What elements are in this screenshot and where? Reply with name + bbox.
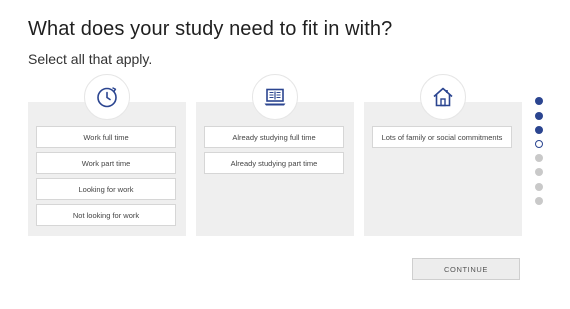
option-card-study: Already studying full time Already study… xyxy=(196,74,354,236)
house-icon xyxy=(420,74,466,120)
option-card-family: Lots of family or social commitments xyxy=(364,74,522,236)
clock-icon xyxy=(84,74,130,120)
continue-button[interactable]: CONTINUE xyxy=(412,258,520,280)
question-title: What does your study need to fit in with… xyxy=(28,18,393,40)
option-looking-for-work[interactable]: Looking for work xyxy=(36,178,176,200)
progress-dot-6 xyxy=(535,168,543,176)
option-work-part-time[interactable]: Work part time xyxy=(36,152,176,174)
progress-dot-8 xyxy=(535,197,543,205)
option-already-studying-part-time[interactable]: Already studying part time xyxy=(204,152,344,174)
laptop-icon xyxy=(252,74,298,120)
option-work-full-time[interactable]: Work full time xyxy=(36,126,176,148)
option-already-studying-full-time[interactable]: Already studying full time xyxy=(204,126,344,148)
progress-dot-1 xyxy=(535,97,543,105)
progress-dot-4 xyxy=(535,140,543,148)
progress-dot-3 xyxy=(535,126,543,134)
progress-dot-2 xyxy=(535,112,543,120)
option-card-work: Work full time Work part time Looking fo… xyxy=(28,74,186,236)
question-instruction: Select all that apply. xyxy=(28,51,153,67)
option-not-looking-for-work[interactable]: Not looking for work xyxy=(36,204,176,226)
progress-dot-7 xyxy=(535,183,543,191)
progress-dot-5 xyxy=(535,154,543,162)
option-family-social-commitments[interactable]: Lots of family or social commitments xyxy=(372,126,512,148)
